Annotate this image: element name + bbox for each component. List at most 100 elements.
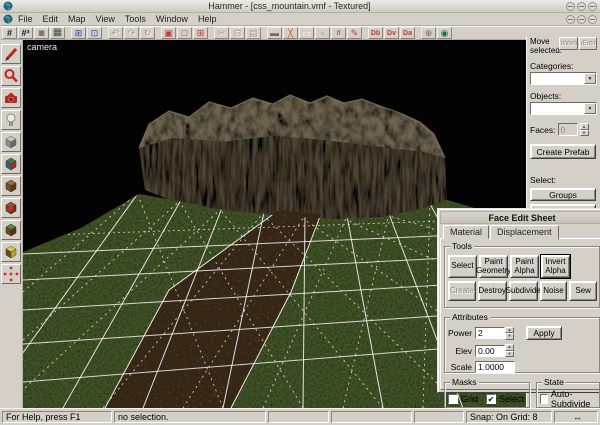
titlebar[interactable]: Hammer - [css_mountain.vmf - Textured] bbox=[0, 0, 600, 13]
paint-alpha-button[interactable]: Paint Alpha bbox=[510, 255, 539, 278]
camera-tool-button[interactable] bbox=[1, 88, 21, 108]
selection-tool-button[interactable] bbox=[1, 44, 21, 64]
vertex-manipulation-tool-button[interactable] bbox=[1, 264, 21, 284]
invert-alpha-button[interactable]: Invert Alpha bbox=[541, 255, 570, 278]
toggle-grid-button[interactable]: # bbox=[2, 27, 17, 39]
power-stepper-down-icon[interactable]: ▼ bbox=[505, 333, 514, 340]
subdivide-button[interactable]: Subdivide bbox=[506, 281, 541, 301]
select-touching-button[interactable]: ▫ bbox=[315, 27, 330, 39]
tab-material[interactable]: Material bbox=[443, 225, 490, 239]
categories-label: Categories: bbox=[530, 61, 574, 72]
faces-label: Faces: bbox=[530, 124, 556, 135]
menu-window[interactable]: Window bbox=[151, 14, 193, 24]
attributes-group: Attributes Power ▲ ▼ Apply Elev bbox=[444, 312, 600, 373]
load-window-state-button[interactable]: ⊞ bbox=[71, 27, 86, 39]
toggle-helpers-button[interactable]: ⊕ bbox=[421, 27, 436, 39]
categories-dropdown[interactable]: ▼ bbox=[530, 72, 597, 86]
apply-button[interactable]: Apply bbox=[526, 326, 562, 340]
mdi-restore-button[interactable] bbox=[577, 14, 586, 24]
menu-tools[interactable]: Tools bbox=[120, 14, 151, 24]
maximize-button[interactable] bbox=[577, 1, 586, 11]
copy-button[interactable]: ⊟ bbox=[230, 27, 245, 39]
destroy-button[interactable]: Destroy bbox=[477, 281, 507, 301]
minimize-button[interactable] bbox=[566, 1, 575, 11]
save-window-state-button[interactable]: ⊡ bbox=[87, 27, 102, 39]
create-prefab-button[interactable]: Create Prefab bbox=[530, 144, 596, 160]
block-tool-icon bbox=[5, 135, 17, 149]
camera-tool-icon bbox=[5, 92, 17, 103]
clipping-tool-button[interactable] bbox=[1, 242, 21, 262]
select-groups-button[interactable]: Groups bbox=[530, 188, 596, 202]
status-resize-grip[interactable]: ↔ bbox=[554, 411, 598, 423]
paste-button[interactable]: ▤ bbox=[246, 27, 261, 39]
disp-mask-solid-button[interactable]: Db bbox=[368, 27, 383, 39]
edit-cordon-bounds-button[interactable]: ▭ bbox=[299, 27, 314, 39]
auto-subdivide-checkbox[interactable]: ✔ bbox=[540, 393, 548, 404]
faces-stepper-down-icon[interactable]: ▼ bbox=[579, 129, 589, 137]
dialog-titlebar[interactable]: Face Edit Sheet bbox=[440, 211, 600, 224]
menu-map[interactable]: Map bbox=[63, 14, 91, 24]
scale-input[interactable] bbox=[475, 361, 515, 373]
select-tool-button[interactable]: Select bbox=[448, 255, 477, 278]
overlay-tool-icon bbox=[5, 223, 17, 237]
toggle-cordon-button[interactable]: ╳ bbox=[283, 27, 298, 39]
power-input[interactable] bbox=[475, 327, 505, 339]
tab-displacement[interactable]: Displacement bbox=[490, 225, 559, 240]
face-edit-sheet-dialog[interactable]: Face Edit Sheet Material Displacement To… bbox=[437, 208, 600, 409]
restore-selection-button[interactable]: ↻ bbox=[140, 27, 155, 39]
grid-mask-checkbox[interactable]: ✔ bbox=[448, 393, 458, 404]
group-button[interactable]: ⊞ bbox=[193, 27, 208, 39]
noise-button[interactable]: Noise bbox=[539, 281, 568, 301]
status-bar: For Help, press F1 no selection. Snap: O… bbox=[0, 408, 600, 425]
paint-geometry-button[interactable]: Paint Geometry bbox=[476, 255, 511, 278]
elev-stepper-down-icon[interactable]: ▼ bbox=[505, 350, 514, 357]
magnify-tool-button[interactable] bbox=[1, 66, 21, 86]
displacement-tab-panel: Tools Select Paint Geometry Paint Alpha … bbox=[440, 238, 600, 409]
toggle-texture-lock-button[interactable]: tl bbox=[331, 27, 346, 39]
larger-grid-button[interactable]: ▦ bbox=[50, 27, 65, 39]
make-hollow-button[interactable]: □ bbox=[177, 27, 192, 39]
menu-help[interactable]: Help bbox=[193, 14, 222, 24]
disp-mask-walkable-button[interactable]: Dv bbox=[384, 27, 399, 39]
texture-application-button[interactable]: ✎ bbox=[347, 27, 362, 39]
smaller-grid-button[interactable]: ▦ bbox=[34, 27, 49, 39]
close-button[interactable] bbox=[588, 1, 597, 11]
menu-view[interactable]: View bbox=[91, 14, 120, 24]
faces-value: 0 bbox=[557, 123, 578, 137]
undo-button[interactable]: ↶ bbox=[108, 27, 123, 39]
categories-dropdown-arrow-icon[interactable]: ▼ bbox=[584, 73, 596, 85]
mdi-minimize-button[interactable] bbox=[566, 14, 575, 24]
sew-button[interactable]: Sew bbox=[569, 281, 598, 301]
cut-button[interactable]: ✂ bbox=[214, 27, 229, 39]
to-entity-button[interactable]: toEntity bbox=[578, 37, 597, 50]
apply-current-texture-tool-button[interactable] bbox=[1, 176, 21, 196]
objects-dropdown-arrow-icon[interactable]: ▼ bbox=[584, 103, 596, 115]
block-tool-button[interactable] bbox=[1, 132, 21, 152]
hammer-window: Hammer - [css_mountain.vmf - Textured] F… bbox=[0, 0, 600, 425]
hide-selected-button[interactable]: ▬ bbox=[267, 27, 282, 39]
power-stepper[interactable]: ▲ ▼ bbox=[505, 326, 514, 340]
overlay-tool-button[interactable] bbox=[1, 220, 21, 240]
objects-dropdown[interactable]: ▼ bbox=[530, 102, 597, 116]
apply-decals-tool-button[interactable] bbox=[1, 198, 21, 218]
texture-application-tool-button[interactable] bbox=[1, 154, 21, 174]
app-icon bbox=[3, 1, 13, 11]
redo-button[interactable]: ↷ bbox=[124, 27, 139, 39]
menu-edit[interactable]: Edit bbox=[38, 14, 64, 24]
texture-application-tool-icon bbox=[5, 157, 17, 171]
carve-button[interactable]: ▣ bbox=[161, 27, 176, 39]
toggle-3d-grid-button[interactable]: #³ bbox=[18, 27, 33, 39]
run-map-button[interactable]: ◉ bbox=[437, 27, 452, 39]
mdi-close-button[interactable] bbox=[588, 14, 597, 24]
entity-tool-button[interactable] bbox=[1, 110, 21, 130]
select-mask-checkbox[interactable]: ✔ bbox=[486, 393, 497, 404]
magnify-tool-icon bbox=[4, 69, 18, 83]
elev-input[interactable] bbox=[475, 344, 505, 357]
disp-mask-buildable-button[interactable]: Da bbox=[400, 27, 415, 39]
to-world-button[interactable]: toWorld bbox=[559, 37, 578, 50]
elev-stepper[interactable]: ▲ ▼ bbox=[505, 344, 514, 357]
faces-stepper[interactable]: ▲ ▼ bbox=[579, 123, 589, 137]
menu-file[interactable]: File bbox=[13, 14, 38, 24]
objects-label: Objects: bbox=[530, 91, 562, 102]
move-selected-label: Move selected: bbox=[530, 37, 563, 56]
